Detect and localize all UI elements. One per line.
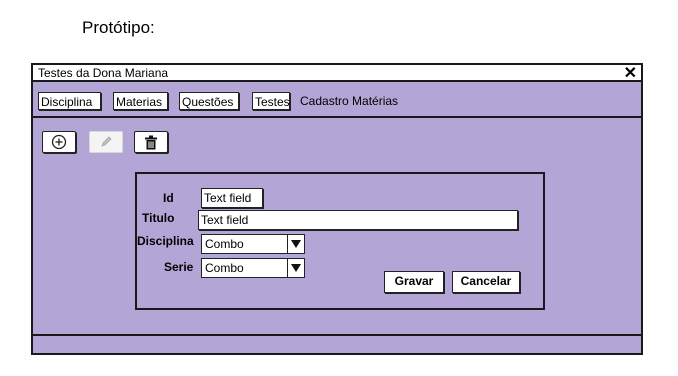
disciplina-combo[interactable]: Combo [201, 234, 305, 254]
chevron-down-icon [287, 259, 304, 277]
titulo-label: Titulo [142, 211, 175, 225]
trash-icon [145, 135, 157, 149]
serie-combo[interactable]: Combo [201, 258, 305, 278]
add-circle-icon [51, 134, 67, 150]
tab-materias[interactable]: Materias [113, 92, 168, 110]
title-bar: Testes da Dona Mariana ✕ [33, 65, 641, 82]
disciplina-combo-value: Combo [205, 237, 244, 251]
tab-testes[interactable]: Testes [252, 92, 290, 110]
app-window: Testes da Dona Mariana ✕ Disciplina Mate… [31, 63, 643, 355]
serie-combo-value: Combo [205, 261, 244, 275]
page-heading: Protótipo: [82, 18, 155, 37]
close-icon[interactable]: ✕ [624, 63, 637, 83]
pencil-icon [101, 136, 112, 147]
save-button[interactable]: Gravar [384, 271, 444, 293]
tab-cadastro-materias[interactable]: Cadastro Matérias [300, 92, 398, 110]
tab-questoes[interactable]: Questões [179, 92, 239, 110]
id-field[interactable]: Text field [201, 188, 263, 208]
delete-button[interactable] [134, 131, 168, 153]
add-button[interactable] [42, 131, 76, 153]
edit-button[interactable] [89, 131, 123, 153]
tab-disciplina[interactable]: Disciplina [38, 92, 101, 110]
status-bar-divider [33, 334, 641, 336]
disciplina-label: Disciplina [137, 234, 194, 248]
serie-label: Serie [164, 260, 194, 274]
id-label: Id [163, 191, 174, 205]
menu-bar: Disciplina Materias Questões Testes Cada… [33, 82, 641, 118]
chevron-down-icon [287, 235, 304, 253]
window-title: Testes da Dona Mariana [38, 66, 169, 80]
cancel-button[interactable]: Cancelar [452, 271, 520, 293]
titulo-field[interactable]: Text field [198, 210, 518, 230]
form-panel: Id Text field Titulo Text field Discipli… [135, 172, 545, 310]
